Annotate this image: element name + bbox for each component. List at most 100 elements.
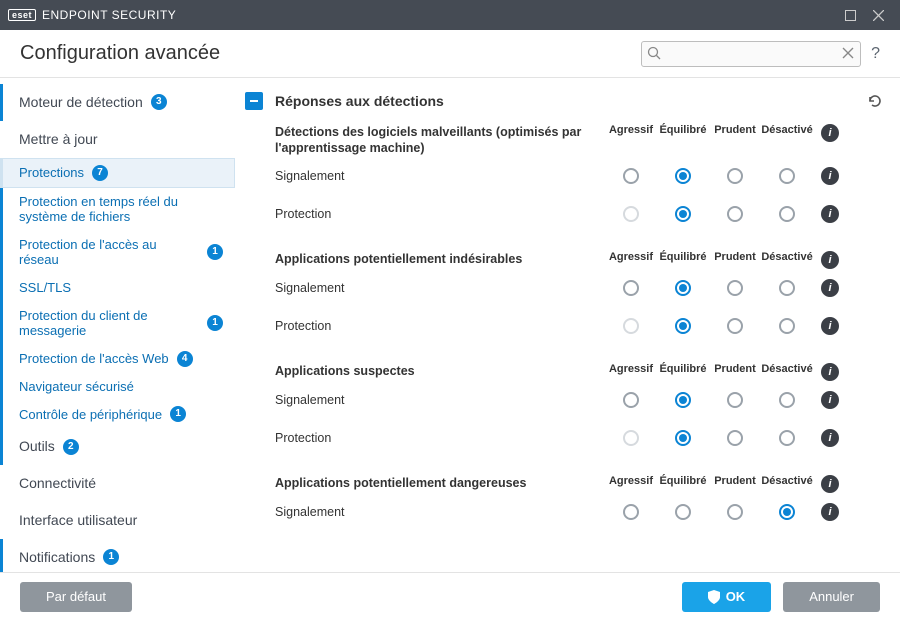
clear-search-icon[interactable]	[841, 46, 855, 60]
footer: Par défaut OK Annuler	[0, 572, 900, 620]
sidebar-item-device[interactable]: Contrôle de périphérique 1	[0, 400, 235, 428]
collapse-icon[interactable]	[245, 92, 263, 110]
column-header: Désactivé	[761, 124, 813, 136]
badge: 1	[170, 406, 186, 422]
ok-button[interactable]: OK	[682, 582, 772, 612]
group-title: Applications potentiellement dangereuses	[275, 475, 605, 491]
radio-option[interactable]	[675, 318, 691, 334]
info-icon[interactable]: i	[821, 503, 839, 521]
column-header: Agressif	[605, 475, 657, 487]
radio-option[interactable]	[727, 430, 743, 446]
brand-text: ENDPOINT SECURITY	[42, 8, 176, 22]
info-icon[interactable]: i	[821, 475, 839, 493]
radio-option[interactable]	[779, 280, 795, 296]
radio-option[interactable]	[727, 504, 743, 520]
radio-option[interactable]	[623, 280, 639, 296]
undo-icon[interactable]	[866, 92, 884, 110]
info-icon[interactable]: i	[821, 317, 839, 335]
info-icon[interactable]: i	[821, 279, 839, 297]
sidebar-item-update[interactable]: Mettre à jour	[0, 121, 235, 158]
window-close-icon[interactable]	[864, 0, 892, 30]
radio-option[interactable]	[675, 168, 691, 184]
column-headers: AgressifÉquilibréPrudentDésactivé	[605, 363, 813, 375]
radio-group	[605, 206, 813, 222]
sidebar-item-detection-engine[interactable]: Moteur de détection 3	[0, 84, 235, 121]
info-icon[interactable]: i	[821, 251, 839, 269]
radio-option[interactable]	[675, 206, 691, 222]
sidebar-item-label: Contrôle de périphérique	[19, 407, 162, 423]
column-header: Désactivé	[761, 475, 813, 487]
group-title: Détections des logiciels malveillants (o…	[275, 124, 605, 157]
radio-option	[623, 318, 639, 334]
settings-row: Protectioni	[275, 195, 884, 233]
info-icon[interactable]: i	[821, 167, 839, 185]
sidebar-item-realtime[interactable]: Protection en temps réel du système de f…	[0, 188, 235, 231]
radio-option[interactable]	[779, 504, 795, 520]
radio-option[interactable]	[779, 392, 795, 408]
sidebar-item-protections[interactable]: Protections 7	[0, 158, 235, 188]
sidebar-item-connectivity[interactable]: Connectivité	[0, 465, 235, 502]
radio-option[interactable]	[727, 206, 743, 222]
radio-option[interactable]	[623, 168, 639, 184]
settings-row: Signalementi	[275, 493, 884, 531]
sidebar-item-label: SSL/TLS	[19, 280, 71, 296]
badge: 2	[63, 439, 79, 455]
radio-option[interactable]	[727, 280, 743, 296]
cancel-button[interactable]: Annuler	[783, 582, 880, 612]
sidebar-item-web[interactable]: Protection de l'accès Web 4	[0, 345, 235, 373]
column-header: Prudent	[709, 475, 761, 487]
sidebar-item-browser[interactable]: Navigateur sécurisé	[0, 373, 235, 401]
sidebar-item-mail[interactable]: Protection du client de messagerie 1	[0, 302, 235, 345]
help-icon[interactable]: ?	[871, 45, 880, 63]
radio-option[interactable]	[623, 392, 639, 408]
column-header: Agressif	[605, 251, 657, 263]
window-maximize-icon[interactable]	[836, 0, 864, 30]
sidebar-item-ui[interactable]: Interface utilisateur	[0, 502, 235, 539]
brand: eset ENDPOINT SECURITY	[8, 8, 176, 22]
sidebar-item-label: Navigateur sécurisé	[19, 379, 134, 395]
radio-option[interactable]	[727, 168, 743, 184]
radio-option[interactable]	[779, 206, 795, 222]
section-header: Réponses aux détections	[245, 88, 884, 120]
radio-option[interactable]	[727, 318, 743, 334]
sidebar-item-label: Outils	[19, 438, 55, 455]
column-header: Équilibré	[657, 363, 709, 375]
search-input[interactable]	[641, 41, 861, 67]
radio-option[interactable]	[727, 392, 743, 408]
radio-option[interactable]	[779, 430, 795, 446]
radio-group	[605, 504, 813, 520]
radio-option[interactable]	[675, 280, 691, 296]
sidebar-item-notifications[interactable]: Notifications 1	[0, 539, 235, 572]
badge: 1	[103, 549, 119, 565]
radio-option[interactable]	[675, 392, 691, 408]
column-header: Équilibré	[657, 475, 709, 487]
radio-group	[605, 318, 813, 334]
group-title: Applications potentiellement indésirable…	[275, 251, 605, 267]
search-container	[641, 41, 861, 67]
radio-option[interactable]	[779, 318, 795, 334]
info-icon[interactable]: i	[821, 205, 839, 223]
info-icon[interactable]: i	[821, 124, 839, 142]
radio-option[interactable]	[623, 504, 639, 520]
row-label: Signalement	[275, 393, 605, 407]
column-header: Désactivé	[761, 251, 813, 263]
sidebar-item-ssl[interactable]: SSL/TLS	[0, 274, 235, 302]
sidebar-item-label: Moteur de détection	[19, 94, 143, 111]
default-button[interactable]: Par défaut	[20, 582, 132, 612]
sidebar-item-network[interactable]: Protection de l'accès au réseau 1	[0, 231, 235, 274]
radio-option[interactable]	[675, 430, 691, 446]
column-header: Équilibré	[657, 251, 709, 263]
radio-option[interactable]	[675, 504, 691, 520]
radio-group	[605, 392, 813, 408]
badge: 1	[207, 315, 223, 331]
content-pane: Réponses aux détections Détections des l…	[235, 78, 900, 572]
sidebar-item-tools[interactable]: Outils 2	[0, 428, 235, 465]
header: Configuration avancée ?	[0, 30, 900, 78]
section-title: Réponses aux détections	[275, 93, 854, 109]
info-icon[interactable]: i	[821, 363, 839, 381]
info-icon[interactable]: i	[821, 391, 839, 409]
radio-option[interactable]	[779, 168, 795, 184]
info-icon[interactable]: i	[821, 429, 839, 447]
radio-group	[605, 430, 813, 446]
row-label: Signalement	[275, 281, 605, 295]
